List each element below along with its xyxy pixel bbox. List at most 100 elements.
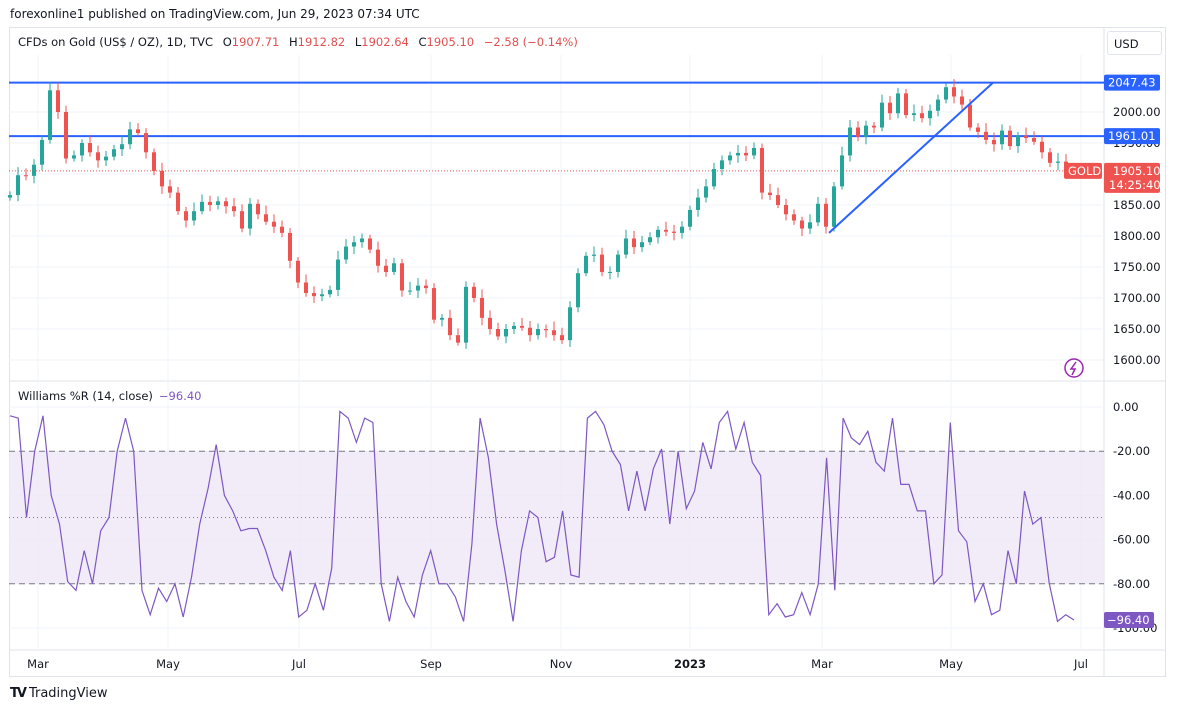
candle-body — [1040, 141, 1044, 153]
last-price-label: 1905.10 — [1113, 164, 1161, 178]
candle-body — [544, 329, 548, 331]
candle-body — [88, 143, 92, 153]
candle-body — [336, 259, 340, 290]
candle-body — [760, 147, 764, 193]
candle-body — [56, 90, 60, 112]
candle-body — [744, 152, 748, 156]
candle-body — [224, 201, 228, 207]
candle-body — [48, 90, 52, 140]
branding-text: TradingView — [28, 686, 108, 701]
candle-body — [288, 232, 292, 261]
candle-body — [168, 186, 172, 193]
wr-tick-label: -80.00 — [1113, 577, 1150, 591]
chart-canvas[interactable]: Mar May Jul Sep Nov 2023 Mar May Jul 1600.00 1650.… — [0, 0, 1177, 713]
candle-body — [392, 263, 396, 272]
candle-body — [1056, 161, 1060, 163]
candle-body — [800, 220, 804, 229]
candle-body — [280, 226, 284, 233]
low-value: 1902.64 — [361, 35, 409, 49]
wr-current-label: −96.40 — [1107, 613, 1150, 627]
candle-body — [512, 325, 516, 329]
high-value: 1912.82 — [297, 35, 346, 49]
candle-body — [896, 93, 900, 114]
price-tick-label: 1750.00 — [1113, 260, 1161, 274]
candle-body — [384, 265, 388, 272]
candle-body — [40, 139, 44, 165]
candle-body — [144, 133, 148, 153]
candle-body — [400, 263, 404, 291]
candle-body — [1032, 138, 1036, 142]
candle-body — [992, 139, 996, 145]
candle-body — [816, 203, 820, 223]
candle-body — [440, 317, 444, 320]
candle-body — [192, 211, 196, 221]
candle-body — [328, 289, 332, 295]
candle-body — [344, 246, 348, 260]
candle-body — [432, 288, 436, 320]
candle-body — [80, 143, 84, 156]
candle-body — [656, 229, 660, 238]
candle-body — [640, 242, 644, 248]
candle-body — [672, 231, 676, 233]
candle-body — [624, 238, 628, 255]
candle-body — [600, 254, 604, 272]
candle-body — [872, 125, 876, 128]
candle-body — [128, 129, 132, 145]
candle-body — [864, 125, 868, 137]
candle-body — [976, 127, 980, 132]
candle-body — [536, 329, 540, 336]
candle-body — [928, 110, 932, 119]
candle-body — [1008, 130, 1012, 147]
level-label: 1961.01 — [1108, 129, 1156, 143]
x-tick-label: May — [939, 657, 963, 671]
candle-body — [576, 273, 580, 308]
candle-body — [304, 282, 308, 294]
candle-body — [1000, 130, 1004, 145]
candle-body — [472, 286, 476, 298]
candle-body — [584, 255, 588, 274]
candle-body — [528, 327, 532, 336]
candle-body — [960, 96, 964, 105]
candle-body — [200, 201, 204, 212]
candle-body — [112, 149, 116, 157]
candle-body — [16, 175, 20, 196]
candle-body — [488, 317, 492, 329]
x-tick-label: May — [156, 657, 180, 671]
candle-body — [248, 203, 252, 229]
symbol-label: GOLD — [1068, 164, 1101, 178]
price-tick-label: 1700.00 — [1113, 291, 1161, 305]
candle-body — [920, 113, 924, 119]
candle-body — [552, 330, 556, 336]
x-tick-label: Jul — [291, 657, 306, 671]
candle-body — [136, 129, 140, 134]
x-tick-label: 2023 — [674, 657, 706, 671]
candle-body — [184, 211, 188, 221]
candle-body — [968, 104, 972, 128]
candle-body — [840, 155, 844, 187]
candle-body — [32, 164, 36, 176]
candle-body — [720, 160, 724, 170]
candle-body — [792, 214, 796, 221]
countdown-label: 14:25:40 — [1109, 178, 1161, 192]
candle-body — [264, 214, 268, 222]
x-tick-label: Nov — [550, 657, 573, 671]
candle-body — [24, 175, 28, 177]
tradingview-logo-icon: TV — [10, 686, 27, 701]
candle-body — [712, 169, 716, 187]
williams-r-legend: Williams %R (14, close) −96.40 — [18, 389, 201, 403]
candle-body — [888, 102, 892, 114]
currency-button[interactable]: USD — [1107, 31, 1162, 55]
symbol-title: CFDs on Gold (US$ / OZ), 1D, TVC — [18, 35, 214, 49]
candle-body — [952, 87, 956, 97]
tradingview-logo: TV TradingView — [10, 686, 107, 701]
candle-body — [520, 325, 524, 328]
wr-tick-label: 0.00 — [1113, 400, 1139, 414]
candle-body — [352, 242, 356, 247]
candle-body — [704, 186, 708, 198]
price-tick-label: 1800.00 — [1113, 229, 1161, 243]
candle-body — [312, 293, 316, 297]
candle-body — [768, 192, 772, 196]
lightning-icon[interactable] — [1064, 358, 1084, 378]
candle-body — [272, 221, 276, 227]
candle-body — [496, 329, 500, 337]
